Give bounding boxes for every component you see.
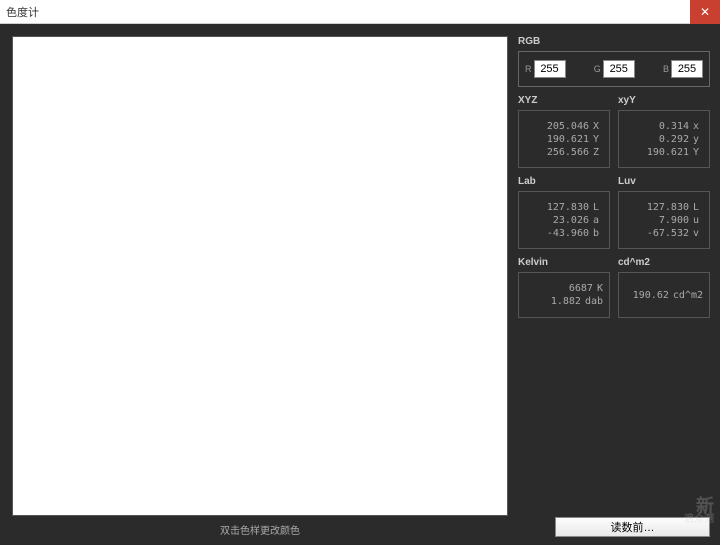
xyy-x: 0.314 bbox=[659, 121, 689, 132]
rgb-g-label: G bbox=[594, 64, 601, 74]
lab-l: 127.830 bbox=[547, 202, 589, 213]
xyz-z-unit: Z bbox=[593, 147, 603, 158]
lab-luv-row: Lab 127.830 L 23.026 a -43.960 b Luv 127.83… bbox=[518, 176, 710, 249]
read-button[interactable]: 读数前… bbox=[555, 517, 710, 537]
cdm2-label: cd^m2 bbox=[618, 257, 710, 268]
xyy-Y-unit: Y bbox=[693, 147, 703, 158]
rgb-r-label: R bbox=[525, 64, 532, 74]
cdm2-box: 190.62 cd^m2 bbox=[618, 272, 710, 318]
kelvin-d: 1.882 bbox=[551, 296, 581, 307]
xyz-z: 256.566 bbox=[547, 147, 589, 158]
rgb-b-input[interactable] bbox=[671, 60, 703, 78]
lab-box: 127.830 L 23.026 a -43.960 b bbox=[518, 191, 610, 249]
luv-section: Luv 127.830 L 7.900 u -67.532 v bbox=[618, 176, 710, 249]
xyz-x-unit: X bbox=[593, 121, 603, 132]
kelvin-box: 6687 K 1.882 dab bbox=[518, 272, 610, 318]
rgb-box: R G B bbox=[518, 51, 710, 87]
rgb-g-input[interactable] bbox=[603, 60, 635, 78]
app-body: 双击色样更改颜色 RGB R G B XYZ bbox=[0, 24, 720, 545]
kelvin-k: 6687 bbox=[569, 283, 593, 294]
xyz-label: XYZ bbox=[518, 95, 610, 106]
xyz-section: XYZ 205.046 X 190.621 Y 256.566 Z bbox=[518, 95, 610, 168]
luv-v-unit: v bbox=[693, 228, 703, 239]
cdm2-section: cd^m2 190.62 cd^m2 bbox=[618, 257, 710, 318]
xyy-label: xyY bbox=[618, 95, 710, 106]
xyz-y: 190.621 bbox=[547, 134, 589, 145]
close-button[interactable]: ✕ bbox=[690, 0, 720, 24]
luv-l-unit: L bbox=[693, 202, 703, 213]
rgb-r-field: R bbox=[525, 60, 566, 78]
close-icon: ✕ bbox=[700, 5, 710, 19]
lab-label: Lab bbox=[518, 176, 610, 187]
xyz-box: 205.046 X 190.621 Y 256.566 Z bbox=[518, 110, 610, 168]
rgb-r-input[interactable] bbox=[534, 60, 566, 78]
xyy-x-unit: x bbox=[693, 121, 703, 132]
luv-l: 127.830 bbox=[647, 202, 689, 213]
luv-label: Luv bbox=[618, 176, 710, 187]
swatch-hint: 双击色样更改颜色 bbox=[12, 516, 508, 539]
cdm2-v-unit: cd^m2 bbox=[673, 290, 703, 301]
kelvin-section: Kelvin 6687 K 1.882 dab bbox=[518, 257, 610, 318]
lab-b: -43.960 bbox=[547, 228, 589, 239]
lab-a-unit: a bbox=[593, 215, 603, 226]
left-column: 双击色样更改颜色 bbox=[12, 36, 508, 539]
xyz-xyy-row: XYZ 205.046X 190.621Y 256.566Z xyY 0.314… bbox=[518, 95, 710, 168]
lab-l-unit: L bbox=[593, 202, 603, 213]
kelvin-label: Kelvin bbox=[518, 257, 610, 268]
titlebar: 色度计 ✕ bbox=[0, 0, 720, 24]
lab-b-unit: b bbox=[593, 228, 603, 239]
rgb-g-field: G bbox=[594, 60, 635, 78]
kelvin-k-unit: K bbox=[597, 283, 603, 294]
luv-u-unit: u bbox=[693, 215, 703, 226]
luv-u: 7.900 bbox=[659, 215, 689, 226]
xyy-section: xyY 0.314 x 0.292 y 190.621 Y bbox=[618, 95, 710, 168]
kelvin-cdm2-row: Kelvin 6687 K 1.882 dab cd^m2 190.62 cd^m2 bbox=[518, 257, 710, 318]
rgb-b-label: B bbox=[663, 64, 669, 74]
window-title: 色度计 bbox=[6, 4, 39, 20]
xyy-Y: 190.621 bbox=[647, 147, 689, 158]
right-column: RGB R G B XYZ 205.046X bbox=[518, 36, 710, 539]
rgb-section: RGB R G B bbox=[518, 36, 710, 87]
xyz-x: 205.046 bbox=[547, 121, 589, 132]
xyy-box: 0.314 x 0.292 y 190.621 Y bbox=[618, 110, 710, 168]
lab-a: 23.026 bbox=[553, 215, 589, 226]
xyy-y: 0.292 bbox=[659, 134, 689, 145]
luv-box: 127.830 L 7.900 u -67.532 v bbox=[618, 191, 710, 249]
rgb-b-field: B bbox=[663, 60, 703, 78]
kelvin-d-unit: dab bbox=[585, 296, 603, 307]
xyz-y-unit: Y bbox=[593, 134, 603, 145]
xyy-y-unit: y bbox=[693, 134, 703, 145]
luv-v: -67.532 bbox=[647, 228, 689, 239]
rgb-label: RGB bbox=[518, 36, 710, 47]
lab-section: Lab 127.830 L 23.026 a -43.960 b bbox=[518, 176, 610, 249]
cdm2-v: 190.62 bbox=[633, 290, 669, 301]
color-swatch[interactable] bbox=[12, 36, 508, 516]
